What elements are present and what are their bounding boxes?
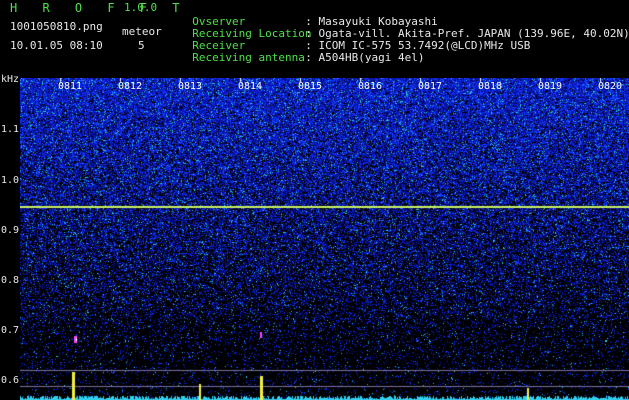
info-value: A504HB(yagi 4el) [318,51,425,64]
frequency-unit-label: kHz [1,74,20,85]
info-row-antenna: Receiving antenna: A504HB(yagi 4el) [179,40,424,64]
file-name: 1001050810.png [10,20,103,33]
time-label: 0816 [358,81,383,92]
time-label: 0814 [238,81,263,92]
meteor-count-value: 5 [138,39,145,52]
time-label: 0820 [598,81,623,92]
app-version: 1.0.0 [124,1,158,14]
y-tick-label: 0.7 [1,325,20,336]
info-separator: : [305,51,312,64]
time-label: 0811 [58,81,83,92]
time-label: 0817 [418,81,443,92]
spectrogram-canvas [20,78,629,400]
app-brand: H R O F F T [10,1,189,15]
time-label: 0819 [538,81,563,92]
capture-datetime: 10.01.05 08:10 [10,39,103,52]
y-tick-label: 1.1 [1,124,20,135]
time-label: 0815 [298,81,323,92]
info-label: Receiving antenna [192,51,305,64]
y-tick-label: 0.8 [1,275,20,286]
time-label: 0818 [478,81,503,92]
time-label: 0813 [178,81,203,92]
y-tick-label: 1.0 [1,175,20,186]
meteor-count-label: meteor [122,25,162,38]
y-tick-label: 0.6 [1,375,20,386]
y-tick-label: 0.9 [1,225,20,236]
time-label: 0812 [118,81,143,92]
